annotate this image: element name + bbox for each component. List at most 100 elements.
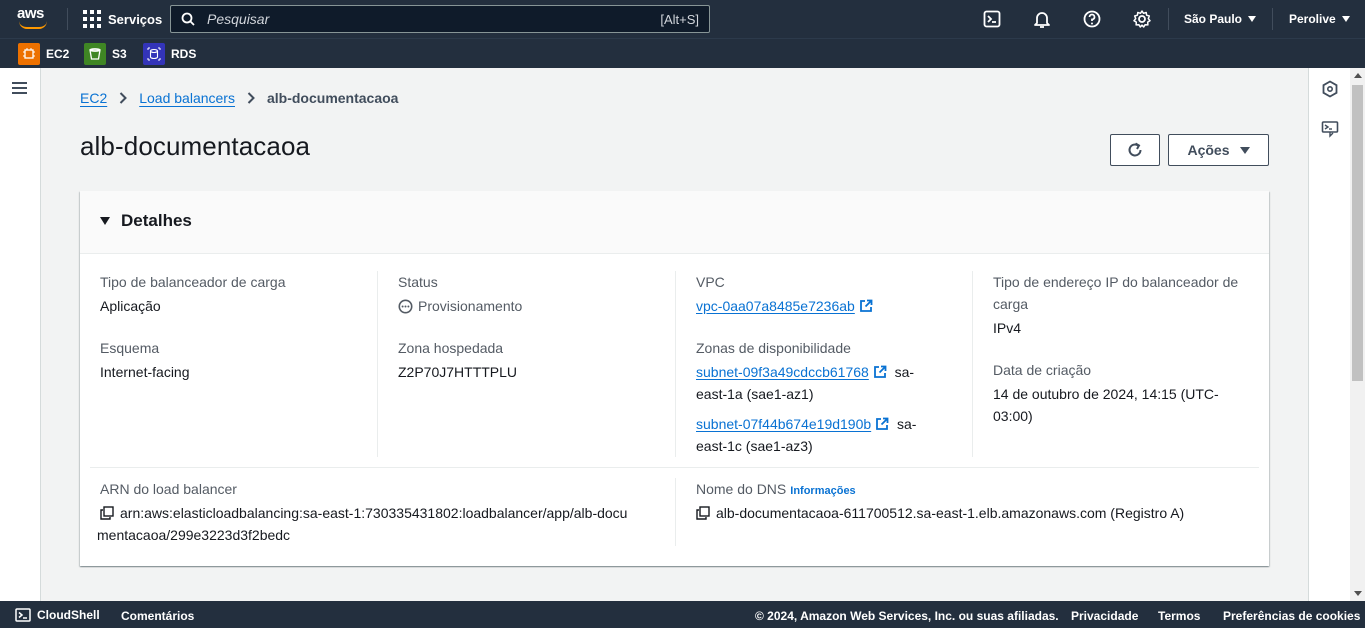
divider: [1168, 8, 1169, 30]
divider: [1272, 8, 1273, 30]
favorite-s3[interactable]: S3: [84, 43, 127, 65]
external-link-icon[interactable]: [873, 365, 887, 379]
caret-down-icon: [1341, 16, 1350, 22]
status-label: Status: [398, 274, 438, 290]
ec2-icon: [18, 43, 40, 65]
external-link-icon[interactable]: [875, 417, 889, 431]
az-label: Zonas de disponibilidade: [696, 340, 851, 356]
dns-value: alb-documentacaoa-611700512.sa-east-1.el…: [716, 505, 1185, 521]
copy-icon[interactable]: [100, 506, 114, 520]
refresh-button[interactable]: [1110, 134, 1160, 166]
hamburger-menu-icon[interactable]: [12, 82, 27, 94]
search-input[interactable]: [207, 11, 661, 27]
cloudshell-label: CloudShell: [37, 608, 100, 622]
feedback-icon[interactable]: [1321, 120, 1339, 138]
ip-type-label-cont: carga: [993, 296, 1029, 312]
status-value: Provisionamento: [418, 298, 523, 314]
status-in-progress-icon: [398, 299, 413, 313]
divider: [67, 8, 68, 30]
cookie-preferences-link[interactable]: Preferências de cookies: [1223, 609, 1360, 623]
created-label: Data de criação: [993, 362, 1092, 378]
chevron-right-icon: [247, 92, 255, 104]
arn-value-cont: mentacaoa/299e3223d3f2bedc: [97, 527, 291, 543]
help-icon[interactable]: [1082, 9, 1102, 29]
row-divider: [90, 467, 1259, 468]
breadcrumb-ec2-link[interactable]: EC2: [80, 90, 107, 106]
page-title: alb-documentacaoa: [80, 131, 311, 161]
favorites-bar: EC2 S3 RDS: [0, 38, 1365, 68]
dns-info-link[interactable]: Informações: [790, 485, 855, 497]
scroll-down-icon[interactable]: [1354, 591, 1362, 596]
refresh-icon: [1128, 142, 1142, 157]
az2-subnet-link[interactable]: subnet-07f44b674e19d190b: [696, 416, 871, 432]
copy-icon[interactable]: [696, 506, 710, 520]
dns-label: Nome do DNS: [696, 481, 787, 497]
scheme-label: Esquema: [100, 340, 160, 356]
gear-icon[interactable]: [1132, 9, 1152, 29]
search-shortcut: [Alt+S]: [660, 11, 699, 27]
search-bar[interactable]: [Alt+S]: [170, 5, 710, 33]
breadcrumb: EC2 Load balancers alb-documentacaoa: [80, 90, 398, 106]
vpc-row: vpc-0aa07a8485e7236ab: [696, 295, 873, 317]
footer: CloudShell Comentários © 2024, Amazon We…: [0, 601, 1365, 628]
hosted-zone-value: Z2P70J7HTTTPLU: [398, 364, 518, 380]
details-title: Detalhes: [121, 211, 192, 230]
caret-down-icon: [1248, 16, 1257, 22]
rds-icon: [143, 43, 165, 65]
copyright-text: © 2024, Amazon Web Services, Inc. ou sua…: [755, 609, 1059, 623]
region-selector[interactable]: São Paulo: [1184, 12, 1257, 26]
scrollbar-thumb[interactable]: [1352, 85, 1363, 381]
s3-icon: [84, 43, 106, 65]
breadcrumb-load-balancers-link[interactable]: Load balancers: [139, 90, 235, 106]
details-panel: Detalhes Tipo de balanceador de carga Ap…: [80, 191, 1269, 566]
scheme-value: Internet-facing: [100, 364, 190, 380]
search-icon: [181, 12, 195, 26]
favorite-label: S3: [112, 47, 127, 61]
tools-rail: [1308, 68, 1350, 601]
bell-icon[interactable]: [1032, 9, 1052, 29]
vpc-label: VPC: [696, 274, 725, 290]
arn-label: ARN do load balancer: [100, 481, 237, 497]
actions-label: Ações: [1187, 142, 1230, 158]
scroll-up-icon[interactable]: [1354, 73, 1362, 78]
ip-type-label: Tipo de endereço IP do balanceador de: [993, 274, 1239, 290]
dns-row: alb-documentacaoa-611700512.sa-east-1.el…: [696, 502, 1184, 524]
az1-suffix: sa-: [894, 364, 915, 380]
favorite-ec2[interactable]: EC2: [18, 43, 69, 65]
cloudshell-icon[interactable]: [982, 9, 1002, 29]
cloudshell-button[interactable]: CloudShell: [15, 608, 100, 622]
details-header[interactable]: Detalhes: [80, 191, 1269, 254]
status-indicator: Provisionamento: [398, 295, 522, 317]
services-menu-button[interactable]: Serviços: [83, 10, 162, 28]
info-panel-icon[interactable]: [1321, 80, 1339, 98]
az2-suffix: sa-: [896, 416, 917, 432]
column-divider: [972, 271, 973, 457]
column-divider: [675, 478, 676, 546]
az1-zone: east-1a (sae1-az1): [696, 386, 814, 402]
side-navigation-rail: [0, 68, 41, 601]
caret-down-icon: [100, 217, 110, 225]
services-label: Serviços: [108, 11, 163, 27]
column-divider: [377, 271, 378, 457]
user-label: Perolive: [1289, 12, 1336, 26]
favorite-rds[interactable]: RDS: [143, 43, 196, 65]
external-link-icon[interactable]: [859, 299, 873, 313]
privacy-link[interactable]: Privacidade: [1071, 609, 1138, 623]
vpc-link[interactable]: vpc-0aa07a8485e7236ab: [696, 298, 855, 314]
ip-type-value: IPv4: [993, 320, 1022, 336]
page-scrollbar[interactable]: [1350, 68, 1365, 601]
arn-value: arn:aws:elasticloadbalancing:sa-east-1:7…: [120, 505, 628, 521]
user-menu[interactable]: Perolive: [1289, 12, 1350, 26]
aws-logo[interactable]: aws: [17, 5, 51, 33]
top-navigation: aws Serviços [Alt+S] São Paulo Perolive: [0, 0, 1365, 38]
actions-button[interactable]: Ações: [1168, 134, 1269, 166]
created-value: 14 de outubro de 2024, 14:15 (UTC-: [993, 386, 1219, 402]
caret-down-icon: [1239, 146, 1250, 154]
favorite-label: RDS: [171, 47, 197, 61]
az1-subnet-link[interactable]: subnet-09f3a49cdccb61768: [696, 364, 869, 380]
feedback-link[interactable]: Comentários: [121, 609, 194, 623]
chevron-right-icon: [120, 92, 128, 104]
grid-icon: [83, 10, 101, 28]
aws-logo-text: aws: [17, 5, 44, 22]
terms-link[interactable]: Termos: [1158, 609, 1200, 623]
